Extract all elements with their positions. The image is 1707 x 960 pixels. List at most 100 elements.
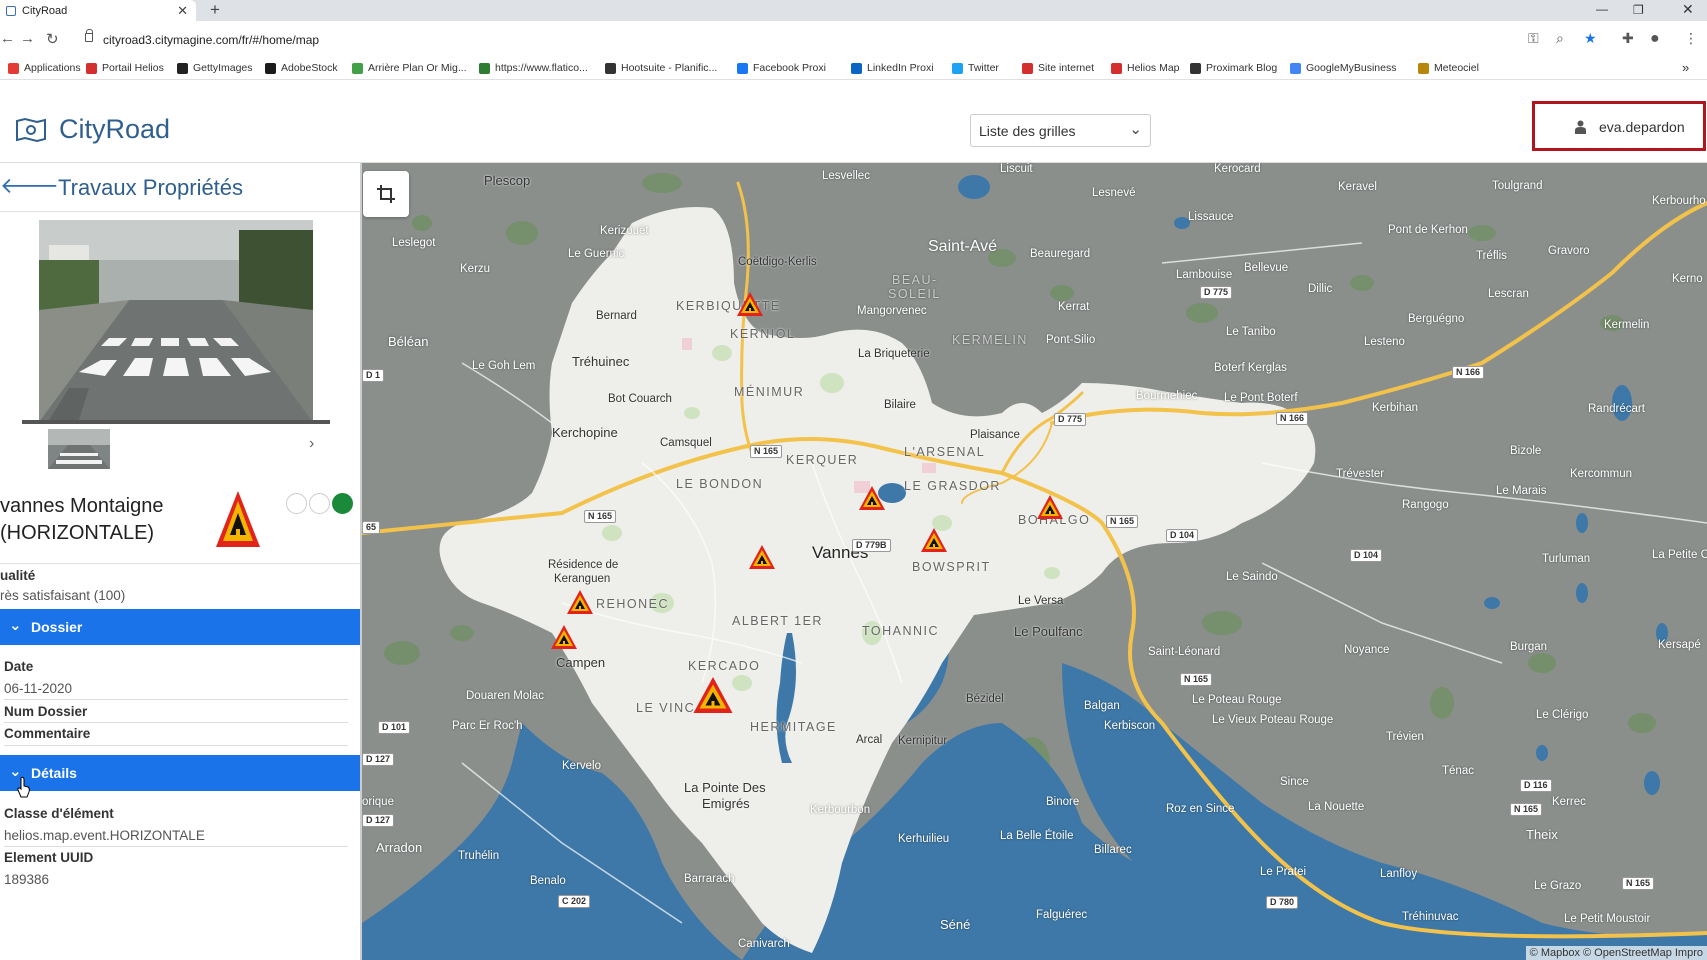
map-place-label: Kerhuilieu	[898, 833, 950, 845]
map-place-label: La Pointe Des	[684, 780, 766, 795]
user-menu[interactable]: eva.depardon	[1532, 101, 1706, 151]
browser-tab[interactable]: CityRoad ✕	[0, 0, 196, 21]
minimize-icon[interactable]: —	[1596, 2, 1608, 16]
road-photo[interactable]	[39, 220, 313, 422]
chevron-right-icon[interactable]: ›	[309, 435, 314, 453]
bookmark-label: Meteociel	[1434, 62, 1479, 74]
forward-icon[interactable]: →	[20, 30, 35, 47]
map-place-label: Kercommun	[1570, 468, 1632, 480]
key-icon[interactable]: ⚿	[1528, 30, 1539, 47]
status-dot-active[interactable]	[332, 493, 353, 514]
map-place-label: Pont de Kerhon	[1388, 224, 1468, 236]
bookmark-item[interactable]: https://www.flatico...	[479, 62, 588, 74]
road-shield: N 166	[1452, 366, 1485, 379]
bookmark-item[interactable]: LinkedIn Proxi	[851, 62, 934, 74]
menu-icon[interactable]: ⋮	[1684, 30, 1698, 47]
bookmark-item[interactable]: Proximark Blog	[1190, 62, 1277, 74]
map-place-label: Lesnevé	[1092, 187, 1136, 199]
bookmark-item[interactable]: GettyImages	[177, 62, 253, 74]
map-place-label: Le Poteau Rouge	[1192, 694, 1282, 706]
map-place-label: Kerbihan	[1372, 402, 1419, 414]
map-place-label: Berguégno	[1408, 313, 1465, 325]
map-attribution[interactable]: © Mapbox © OpenStreetMap Impro	[1525, 946, 1707, 960]
roadwork-warning-marker-icon[interactable]	[550, 624, 578, 650]
map-place-label: Bellevue	[1244, 262, 1289, 274]
lock-icon	[85, 29, 93, 42]
map-district-label: LE VINC	[636, 701, 696, 715]
bookmark-favicon-icon	[265, 62, 276, 74]
grid-select-value: Liste des grilles	[979, 123, 1076, 139]
close-window-icon[interactable]: ✕	[1682, 2, 1694, 16]
grid-list-select[interactable]: Liste des grilles ⌄	[970, 114, 1151, 147]
bookmarks-overflow-button[interactable]: »	[1682, 60, 1689, 75]
status-dot[interactable]	[309, 493, 330, 514]
reload-icon[interactable]: ↻	[46, 30, 59, 48]
bookmark-item[interactable]: GoogleMyBusiness	[1290, 62, 1396, 74]
browser-tab-strip: CityRoad ✕ + — ❐ ✕	[0, 0, 1707, 21]
roadwork-warning-marker-icon[interactable]	[920, 527, 948, 553]
back-arrow-icon[interactable]: 🡐	[0, 173, 59, 199]
back-icon[interactable]: ←	[0, 30, 15, 47]
tab-close-icon[interactable]: ✕	[177, 3, 188, 19]
map-place-label: Bilaire	[884, 399, 916, 411]
new-tab-icon[interactable]: +	[210, 0, 220, 20]
bookmark-item[interactable]: Helios Map	[1111, 62, 1180, 74]
roadwork-warning-marker-icon[interactable]	[1036, 494, 1064, 520]
map-place-label: Keravel	[1338, 181, 1377, 193]
map-place-label: Mangorvenec	[857, 305, 927, 317]
map-place-label: Ténac	[1442, 765, 1474, 777]
road-shield: D 780	[1266, 896, 1299, 909]
roadwork-warning-marker-icon[interactable]	[692, 675, 734, 715]
profile-icon[interactable]: ●	[1650, 30, 1660, 48]
bookmark-item[interactable]: Applications	[8, 62, 81, 74]
road-shield: N 165	[1106, 515, 1139, 528]
road-shield: C 202	[558, 895, 591, 908]
bookmark-item[interactable]: Meteociel	[1418, 62, 1479, 74]
bookmark-item[interactable]: Site internet	[1022, 62, 1094, 74]
map-place-label: Lescran	[1488, 288, 1529, 300]
dossier-section-toggle[interactable]: ⌄ Dossier	[0, 609, 360, 645]
restore-icon[interactable]: ❐	[1633, 3, 1644, 17]
map-place-label: Burgan	[1510, 641, 1548, 653]
bookmark-item[interactable]: Hootsuite - Planific...	[605, 62, 717, 74]
bookmark-item[interactable]: AdobeStock	[265, 62, 338, 74]
map-place-label: La Nouette	[1308, 801, 1365, 813]
star-icon[interactable]: ★	[1584, 30, 1597, 47]
map-district-label: MÉNIMUR	[734, 385, 805, 399]
map-place-label: Kermelin	[1604, 319, 1650, 331]
bookmark-item[interactable]: Portail Helios	[86, 62, 164, 74]
bookmark-label: GettyImages	[193, 62, 253, 74]
bookmark-label: Helios Map	[1127, 62, 1180, 74]
bookmark-favicon-icon	[1418, 62, 1429, 74]
map-view[interactable]: Plescop Lesvellec Liscuit Kerocard Keravel To…	[362, 163, 1707, 960]
bookmark-item[interactable]: Arrière Plan Or Mig...	[352, 62, 467, 74]
details-section-toggle[interactable]: ⌄ Détails	[0, 755, 360, 791]
photo-thumbnail[interactable]	[48, 429, 110, 469]
divider	[4, 745, 348, 746]
crop-tool-button[interactable]	[363, 171, 409, 217]
map-place-label: Parc Er Roc'h	[452, 720, 523, 732]
map-place-label: KERMELIN	[952, 333, 1028, 347]
element-uuid-label: Element UUID	[4, 850, 94, 865]
element-class-value: helios.map.event.HORIZONTALE	[4, 828, 205, 843]
map-place-label: Le Petit Moustoir	[1564, 913, 1651, 925]
app-name[interactable]: CityRoad	[59, 114, 170, 145]
map-place-label: Camsquel	[660, 437, 712, 449]
status-dot[interactable]	[286, 493, 307, 514]
extensions-icon[interactable]: ✚	[1622, 30, 1634, 47]
roadwork-warning-marker-icon[interactable]	[748, 544, 776, 570]
map-district-label: HERMITAGE	[750, 720, 837, 734]
url-field[interactable]: cityroad3.citymagine.com/fr/#/home/map	[103, 33, 319, 47]
map-place-label: Toulgrand	[1492, 180, 1543, 192]
map-district-label: KERQUER	[786, 453, 859, 467]
roadwork-warning-marker-icon[interactable]	[858, 485, 886, 511]
zoom-icon[interactable]: ⌕	[1556, 30, 1564, 47]
map-district-label: KERBIQUETTE	[676, 299, 781, 313]
bookmark-label: Arrière Plan Or Mig...	[368, 62, 467, 74]
roadwork-warning-marker-icon[interactable]	[736, 291, 764, 317]
roadwork-warning-marker-icon[interactable]	[566, 589, 594, 615]
bookmark-item[interactable]: Facebook Proxi	[737, 62, 826, 74]
detail-sidebar: 🡐 Travaux Propriétés › vannes Montaigne …	[0, 163, 362, 960]
bookmark-item[interactable]: Twitter	[952, 62, 999, 74]
map-place-label: Keranguen	[554, 573, 611, 585]
